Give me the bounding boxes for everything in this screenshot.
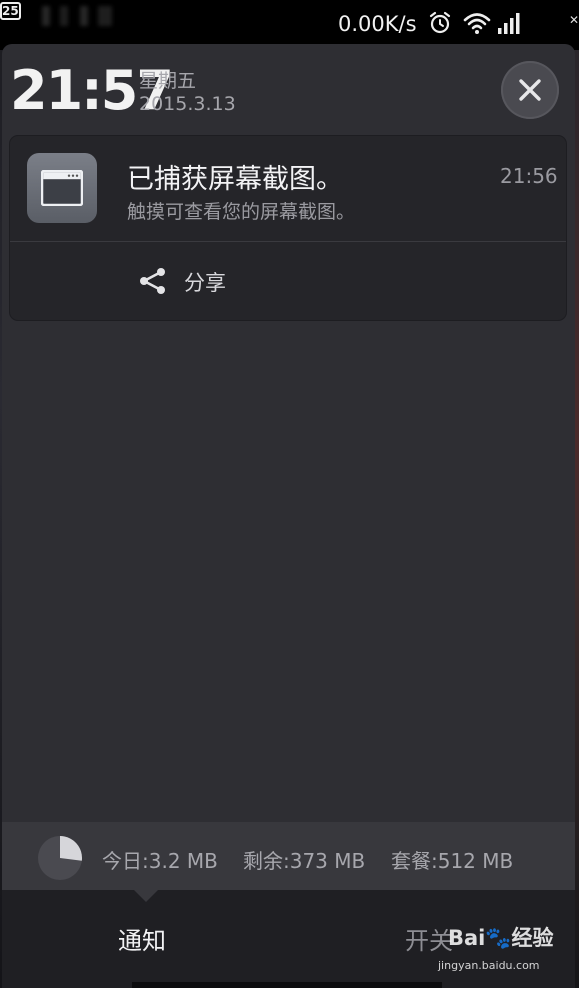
alarm-icon: [428, 11, 452, 39]
status-bar: 0.00K/s 25 ✕: [0, 0, 579, 50]
watermark-brand: Bai: [448, 926, 486, 950]
tab-toggles[interactable]: 开关: [405, 921, 453, 956]
baidu-jingyan-watermark: Bai🐾经验: [448, 922, 554, 952]
watermark-url: jingyan.baidu.com: [438, 959, 540, 972]
screenshot-app-icon: [27, 153, 97, 223]
share-label: 分享: [184, 271, 226, 295]
signal-icon: [497, 11, 521, 39]
active-tab-pointer: [132, 888, 160, 902]
panel-weekday: 星期五: [139, 70, 197, 92]
tab-notifications[interactable]: 通知: [118, 921, 166, 956]
data-usage-pie-icon: [37, 835, 83, 885]
wifi-icon: [463, 11, 491, 39]
panel-date: 2015.3.13: [139, 93, 236, 115]
data-usage-remaining: 剩余:373 MB: [243, 849, 366, 873]
share-button[interactable]: 分享: [132, 258, 242, 302]
card-divider: [10, 241, 566, 242]
battery-icon: 25: [0, 2, 21, 20]
network-speed: 0.00K/s: [338, 12, 417, 36]
notification-title: 已捕获屏幕截图。: [127, 164, 343, 195]
clear-notifications-button[interactable]: [501, 61, 559, 119]
notification-time: 21:56: [500, 164, 558, 188]
clipped-edge-icon: ✕: [569, 13, 579, 27]
bottom-strip: [132, 982, 442, 988]
data-usage-today: 今日:3.2 MB: [102, 849, 218, 873]
paw-icon: 🐾: [485, 926, 512, 950]
notification-body: 触摸可查看您的屏幕截图。: [127, 201, 356, 223]
data-usage-plan: 套餐:512 MB: [391, 849, 514, 873]
blurred-area: [42, 6, 112, 26]
share-icon: [138, 266, 168, 300]
watermark-brand-suffix: 经验: [511, 926, 554, 950]
